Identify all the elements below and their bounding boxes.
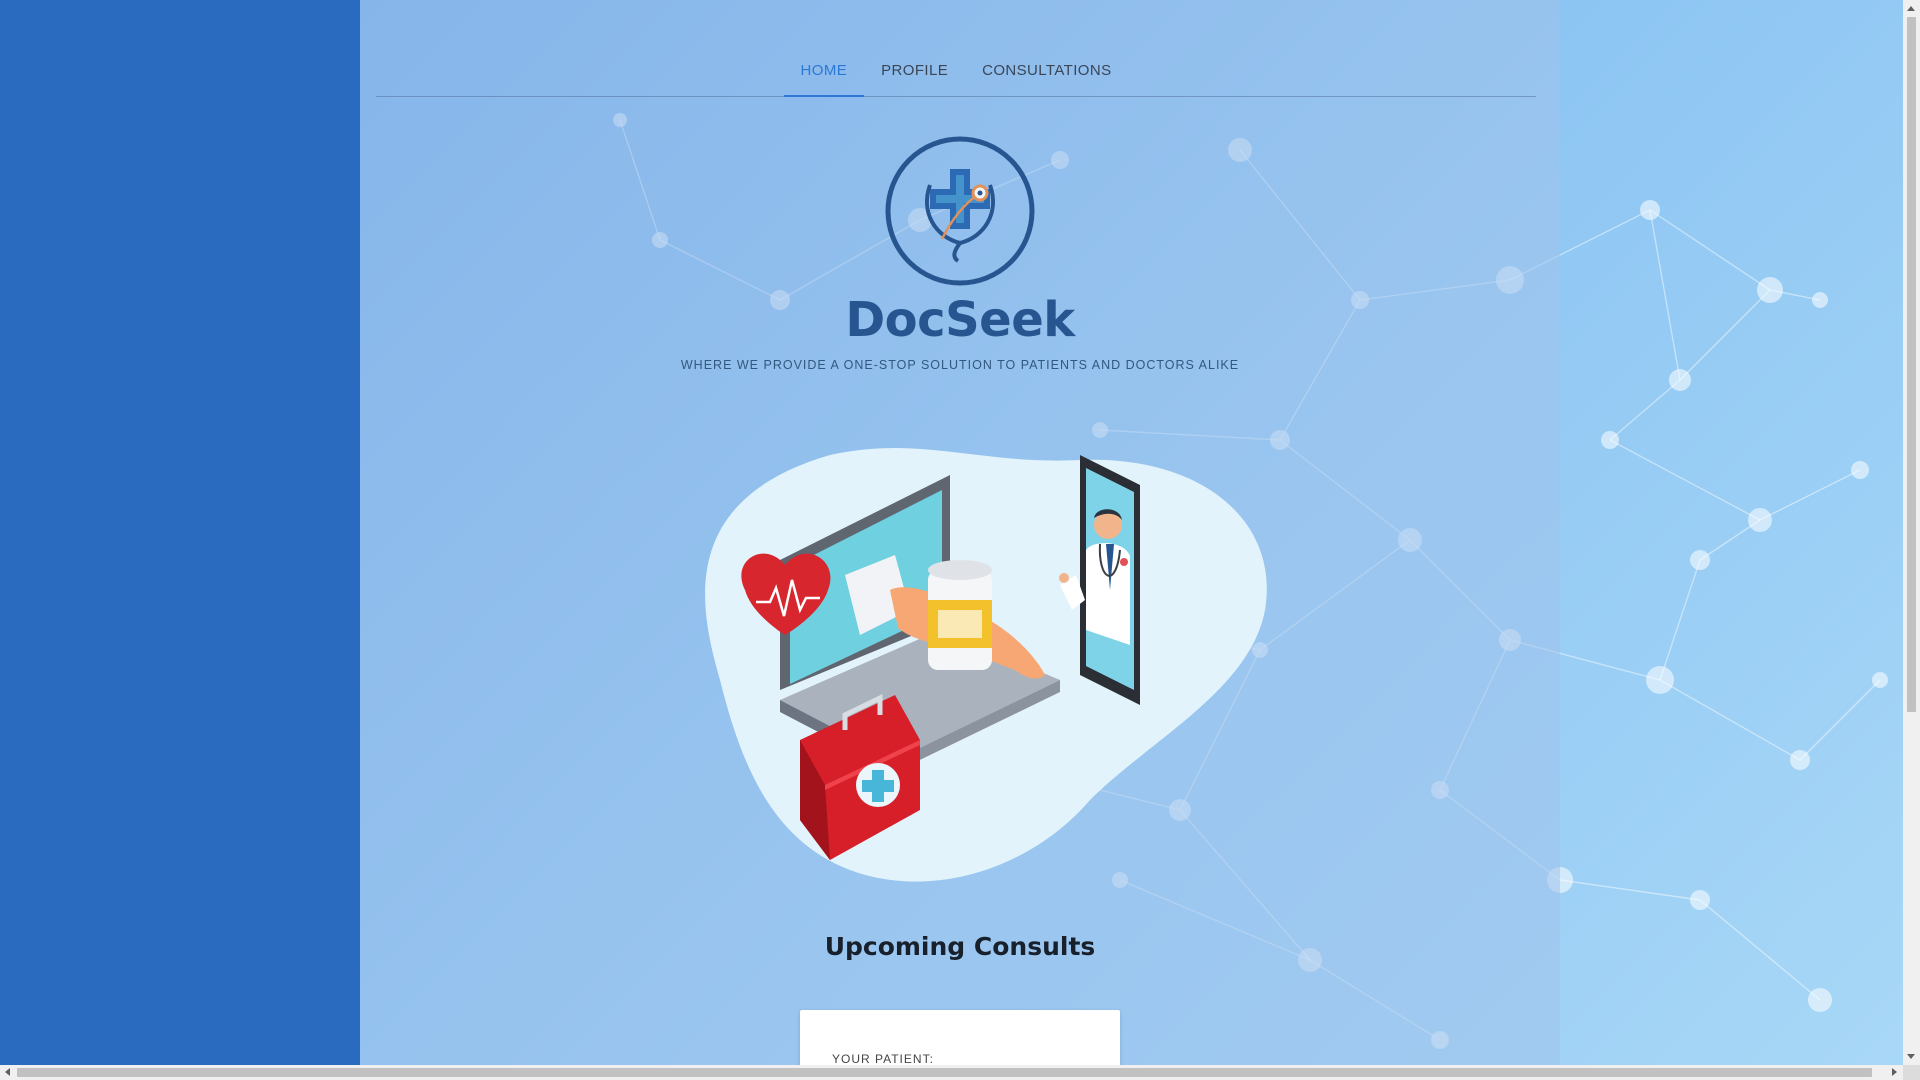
scroll-right-arrow-icon[interactable] [1892,1068,1897,1076]
vertical-scroll-thumb[interactable] [1907,17,1916,712]
nav-tabs: HOME PROFILE CONSULTATIONS [376,40,1536,97]
upcoming-consults-heading: Upcoming Consults [824,932,1096,961]
main-content: HOME PROFILE CONSULTATIONS DocSeek WHERE… [360,0,1560,1080]
scroll-left-arrow-icon[interactable] [5,1068,10,1076]
scrollbar-corner [1903,1065,1920,1080]
your-patient-label: YOUR PATIENT: [832,1052,934,1066]
scroll-up-arrow-icon[interactable] [1907,6,1915,11]
brand-tagline: WHERE WE PROVIDE A ONE-STOP SOLUTION TO … [680,358,1240,372]
vertical-scrollbar[interactable] [1903,0,1920,1065]
telemedicine-illustration [705,448,1267,882]
tab-profile[interactable]: PROFILE [864,40,965,96]
tab-home[interactable]: HOME [783,40,865,97]
horizontal-scrollbar[interactable] [0,1065,1920,1080]
medical-cross-stethoscope-icon [885,136,1035,286]
brand-name: DocSeek [845,292,1075,348]
left-background-panel [0,0,360,1080]
tab-consultations[interactable]: CONSULTATIONS [965,40,1128,96]
scroll-down-arrow-icon[interactable] [1907,1054,1915,1059]
horizontal-scroll-thumb[interactable] [17,1068,1872,1077]
